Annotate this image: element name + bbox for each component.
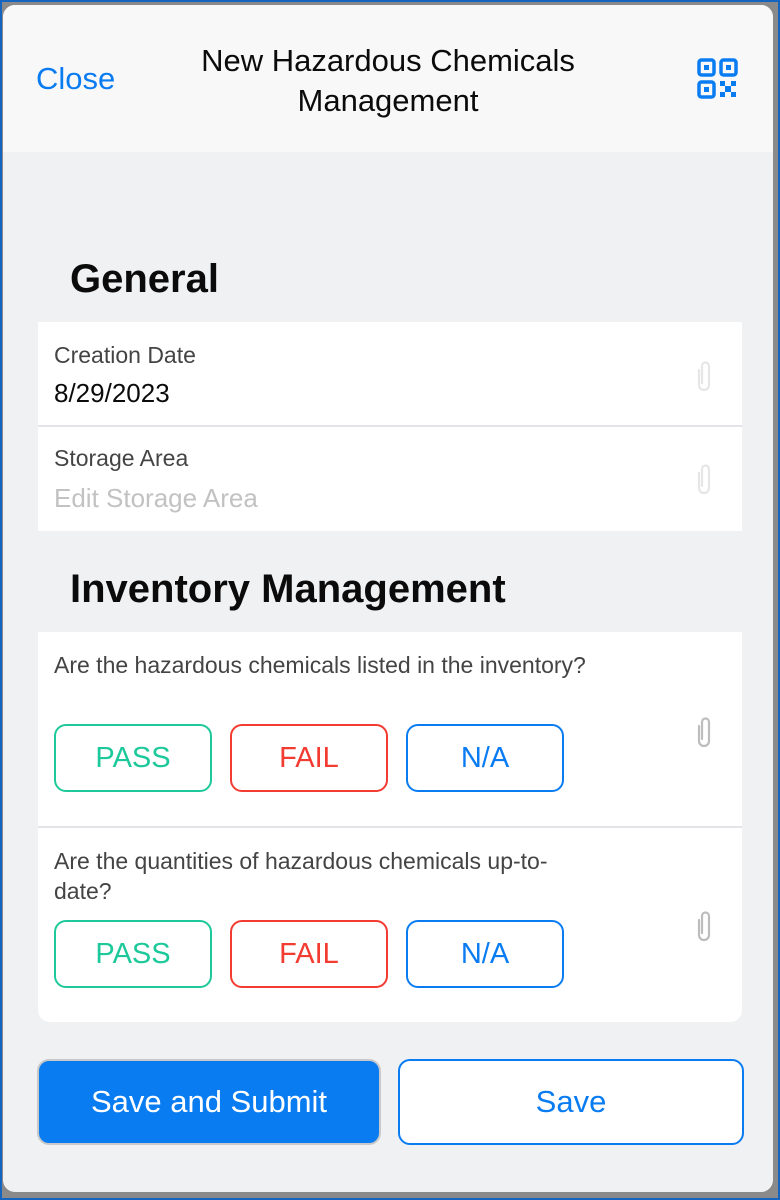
question-text: Are the quantities of hazardous chemical…: [54, 848, 548, 904]
paperclip-icon[interactable]: [692, 908, 716, 944]
field-label: Creation Date: [54, 342, 196, 368]
question-row: Are the quantities of hazardous chemical…: [38, 828, 742, 1022]
section-title-general: General: [70, 257, 219, 301]
navigation-bar: Close New Hazardous Chemicals Management: [3, 5, 773, 152]
na-button[interactable]: N/A: [406, 920, 564, 988]
question-text: Are the hazardous chemicals listed in th…: [54, 652, 586, 678]
storage-area-input[interactable]: Edit Storage Area: [54, 483, 258, 514]
question-row: Are the hazardous chemicals listed in th…: [38, 632, 742, 828]
inventory-card: Are the hazardous chemicals listed in th…: [38, 632, 742, 1022]
pass-button[interactable]: PASS: [54, 724, 212, 792]
qr-code-icon[interactable]: [696, 57, 740, 101]
pass-button[interactable]: PASS: [54, 920, 212, 988]
field-creation-date[interactable]: Creation Date 8/29/2023: [38, 322, 742, 427]
modal-sheet: Close New Hazardous Chemicals Management: [3, 5, 773, 1192]
paperclip-icon[interactable]: [692, 714, 716, 750]
paperclip-icon[interactable]: [692, 358, 716, 394]
na-button[interactable]: N/A: [406, 724, 564, 792]
fail-button[interactable]: FAIL: [230, 920, 388, 988]
general-card: Creation Date 8/29/2023 Storage Area Edi…: [38, 322, 742, 531]
save-button[interactable]: Save: [398, 1059, 744, 1145]
section-title-inventory: Inventory Management: [70, 567, 506, 611]
page-title: New Hazardous Chemicals Management: [201, 43, 575, 118]
field-value: 8/29/2023: [54, 378, 170, 408]
close-button[interactable]: Close: [36, 61, 115, 97]
field-label: Storage Area: [54, 445, 189, 471]
field-storage-area[interactable]: Storage Area Edit Storage Area: [38, 427, 742, 531]
paperclip-icon[interactable]: [692, 461, 716, 497]
fail-button[interactable]: FAIL: [230, 724, 388, 792]
save-and-submit-button[interactable]: Save and Submit: [37, 1059, 381, 1145]
